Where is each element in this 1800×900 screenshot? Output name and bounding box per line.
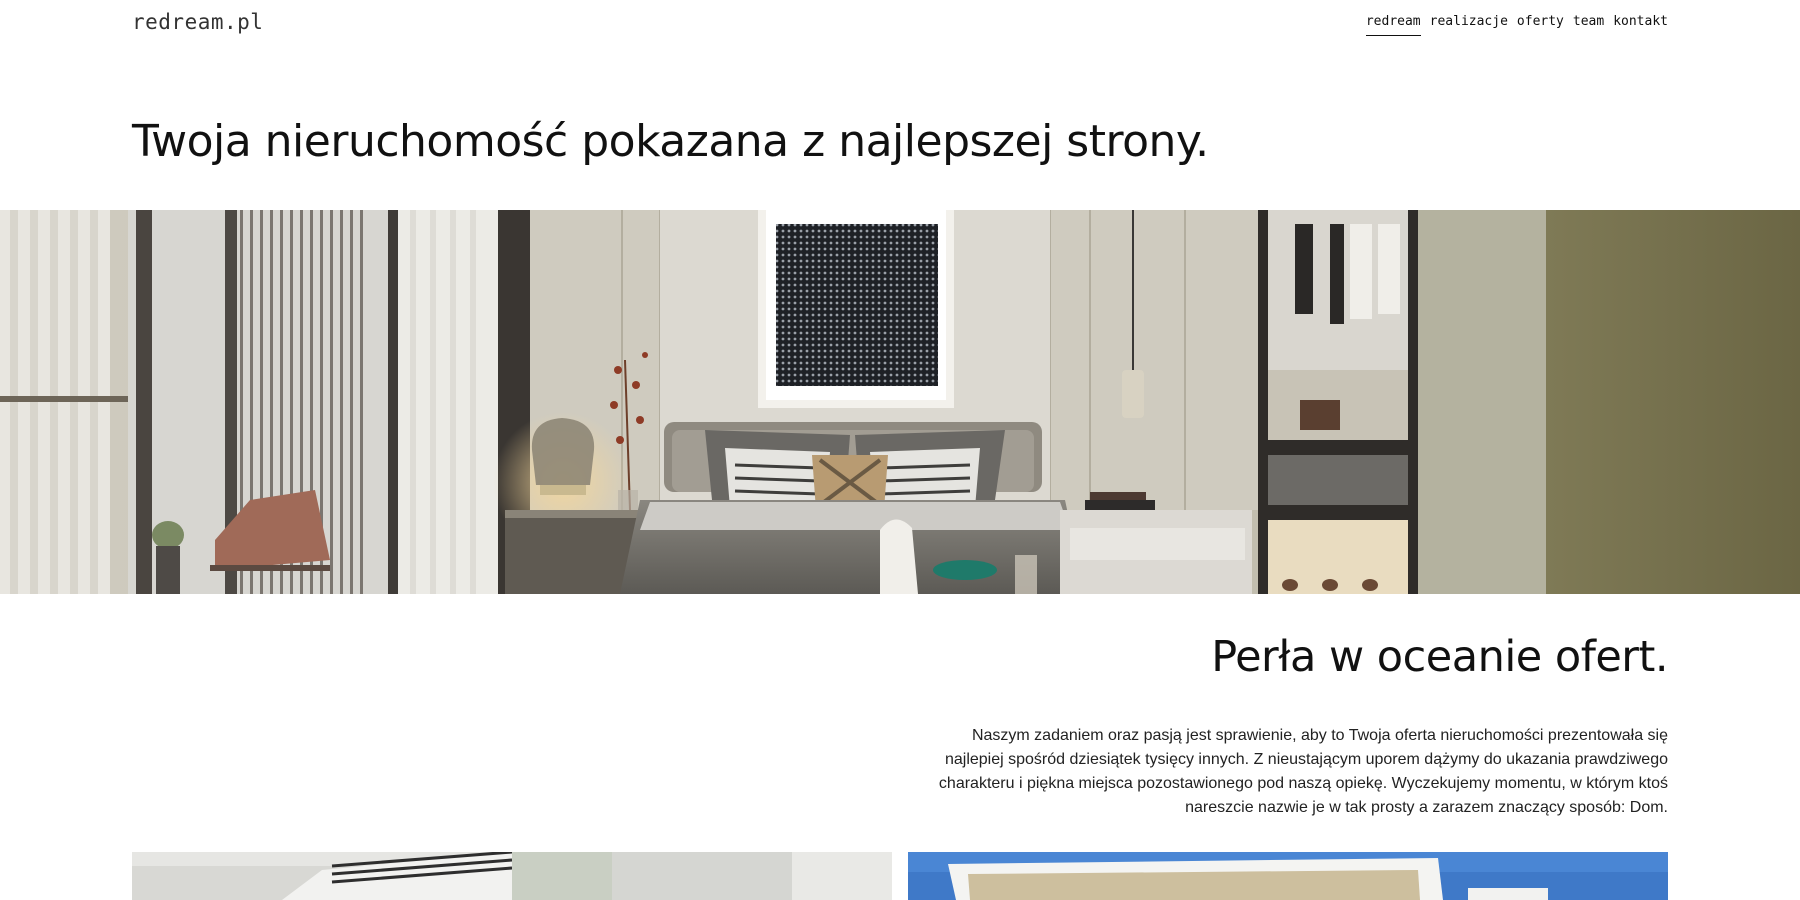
nav-item-redream[interactable]: redream	[1365, 14, 1421, 36]
gallery-image-interior[interactable]	[132, 852, 892, 900]
site-logo[interactable]: redream.pl	[132, 10, 263, 34]
gallery-image-exterior[interactable]	[908, 852, 1668, 900]
section-description: Naszym zadaniem oraz pasją jest sprawien…	[888, 724, 1668, 820]
hero-title: Twoja nieruchomość pokazana z najlepszej…	[132, 116, 1209, 167]
description-line: charakteru i piękna miejsca pozostawione…	[938, 775, 1668, 792]
interior-staircase-illustration	[132, 852, 892, 900]
description-line: najlepiej spośród dziesiątek tysięcy inn…	[944, 751, 1668, 768]
section-title: Perła w oceanie ofert.	[1211, 632, 1668, 682]
main-nav: redream realizacje oferty team kontakt	[1365, 14, 1668, 36]
nav-item-oferty[interactable]: oferty	[1517, 14, 1564, 36]
nav-item-realizacje[interactable]: realizacje	[1430, 14, 1508, 36]
description-line: nareszcie nazwie je w tak prosty a zaraz…	[1185, 799, 1668, 816]
description-line: Naszym zadaniem oraz pasją jest sprawien…	[971, 727, 1668, 744]
nav-item-team[interactable]: team	[1573, 14, 1604, 36]
hero-image	[0, 210, 1800, 594]
bedroom-interior-illustration	[0, 210, 1800, 594]
modern-house-exterior-illustration	[908, 852, 1668, 900]
nav-item-kontakt[interactable]: kontakt	[1613, 14, 1668, 36]
